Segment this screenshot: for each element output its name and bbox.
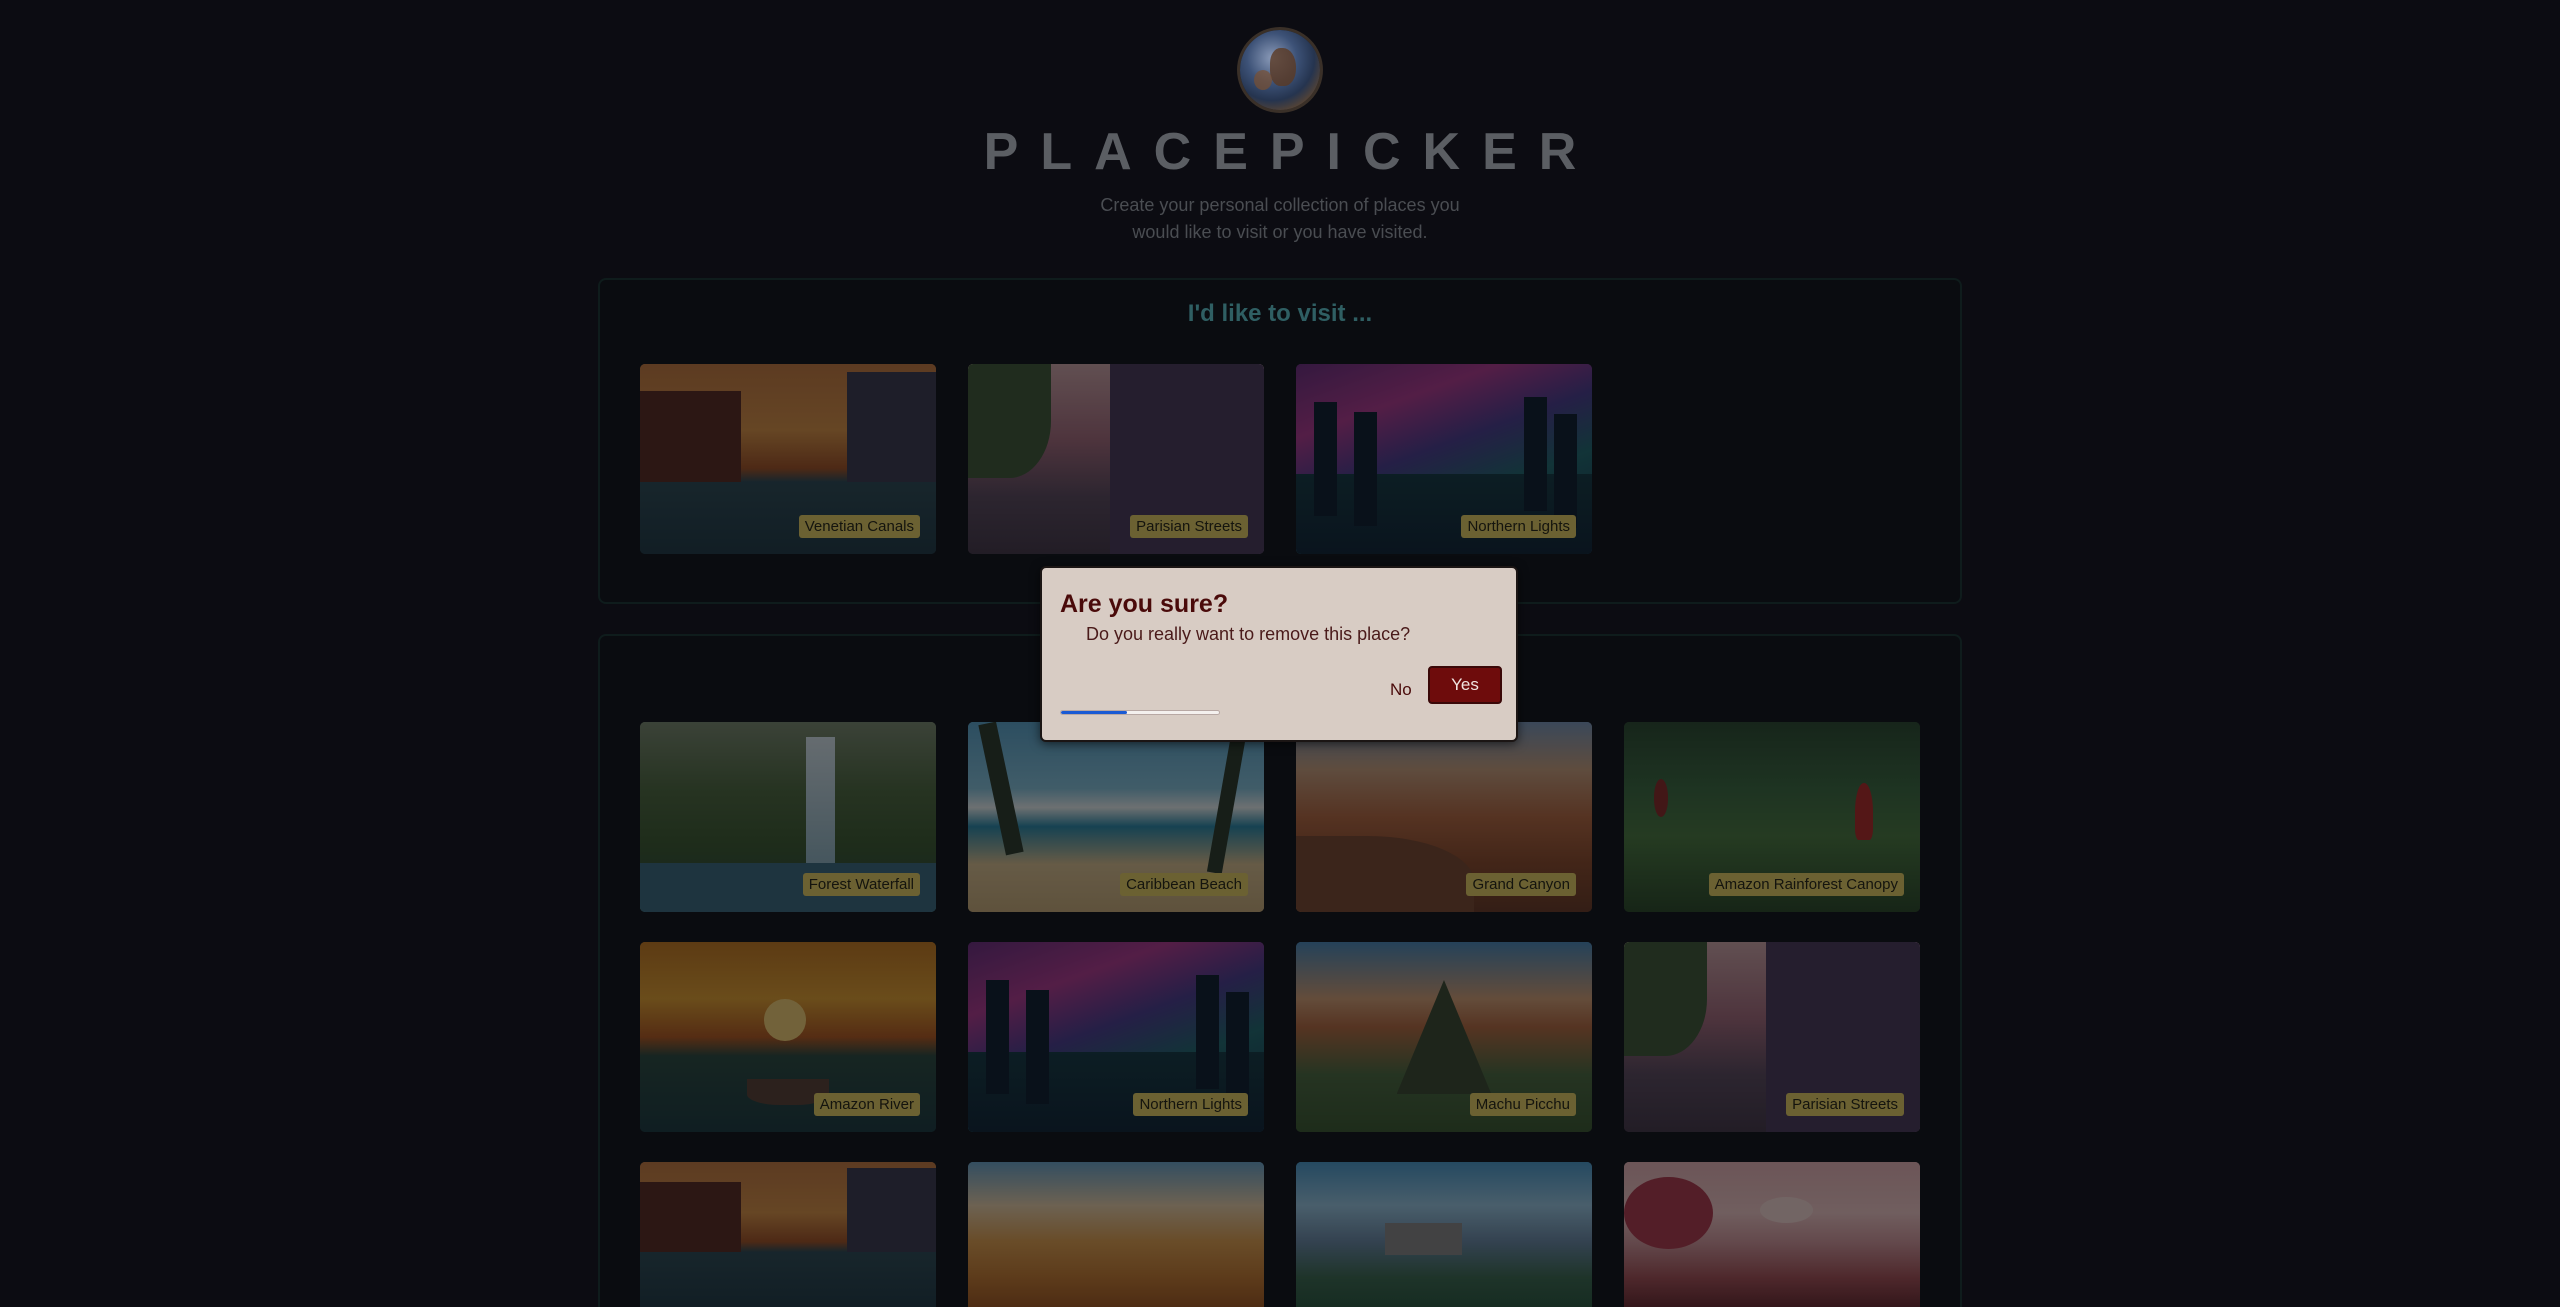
confirm-remove-dialog: Are you sure? Do you really want to remo… xyxy=(1040,566,1518,742)
progress-fill xyxy=(1061,711,1128,714)
no-button[interactable]: No xyxy=(1382,674,1420,706)
dialog-message: Do you really want to remove this place? xyxy=(1086,624,1411,644)
auto-confirm-progress xyxy=(1060,710,1220,715)
page: PLACEPICKER Create your personal collect… xyxy=(0,0,2560,1307)
dialog-title: Are you sure? xyxy=(1060,590,1229,618)
yes-button[interactable]: Yes xyxy=(1428,666,1502,704)
